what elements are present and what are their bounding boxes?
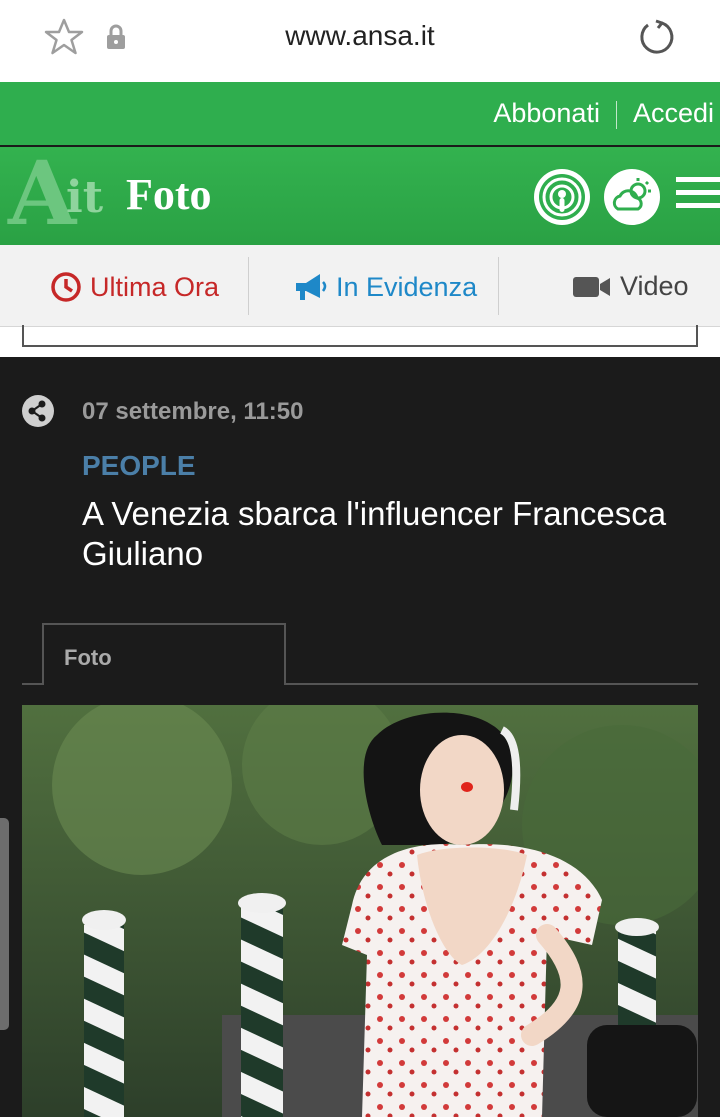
clock-icon <box>51 272 81 302</box>
share-icon[interactable] <box>22 395 54 427</box>
section-title: Foto <box>126 170 212 219</box>
divider <box>498 257 499 315</box>
article-photo[interactable] <box>22 705 698 1117</box>
content-strip <box>0 325 720 357</box>
account-bar: Abbonati Accedi <box>0 82 720 145</box>
video-camera-icon <box>573 276 610 297</box>
nav-item-label: Ultima Ora <box>90 271 220 302</box>
tab-foto[interactable]: Foto <box>42 623 286 685</box>
url-text[interactable]: www.ansa.it <box>0 20 720 52</box>
logo-suffix: it <box>66 172 104 223</box>
megaphone-icon <box>296 274 327 300</box>
article-date: 07 settembre, 11:50 <box>82 398 304 425</box>
divider <box>248 257 249 315</box>
scrollbar-handle[interactable] <box>0 818 9 1030</box>
divider <box>615 100 617 129</box>
reload-icon[interactable] <box>636 17 676 57</box>
article-category[interactable]: PEOPLE <box>82 450 196 482</box>
subscribe-link[interactable]: Abbonati <box>493 98 600 128</box>
nav-item-in-evidenza[interactable]: In Evidenza <box>292 271 477 303</box>
hamburger-menu-icon[interactable] <box>676 177 720 213</box>
podcast-icon <box>539 174 585 220</box>
podcast-button[interactable] <box>534 169 590 225</box>
browser-url-bar: www.ansa.it <box>0 0 720 82</box>
weather-button[interactable] <box>604 169 660 225</box>
photo-illustration <box>22 705 698 1117</box>
nav-item-label: In Evidenza <box>336 271 478 302</box>
outlined-box <box>22 325 698 347</box>
tab-label: Foto <box>64 645 112 670</box>
brand-bar: A it Foto <box>0 147 720 245</box>
login-link[interactable]: Accedi <box>633 98 714 128</box>
nav-bar: Ultima Ora In Evidenza Video <box>0 245 720 327</box>
nav-item-video[interactable]: Video <box>572 271 689 302</box>
nav-item-label: Video <box>620 271 689 301</box>
article-headline: A Venezia sbarca l'influencer Francesca … <box>82 495 667 572</box>
nav-item-ultima-ora[interactable]: Ultima Ora <box>50 271 219 303</box>
share-glyph <box>28 400 46 422</box>
weather-icon <box>612 178 651 211</box>
